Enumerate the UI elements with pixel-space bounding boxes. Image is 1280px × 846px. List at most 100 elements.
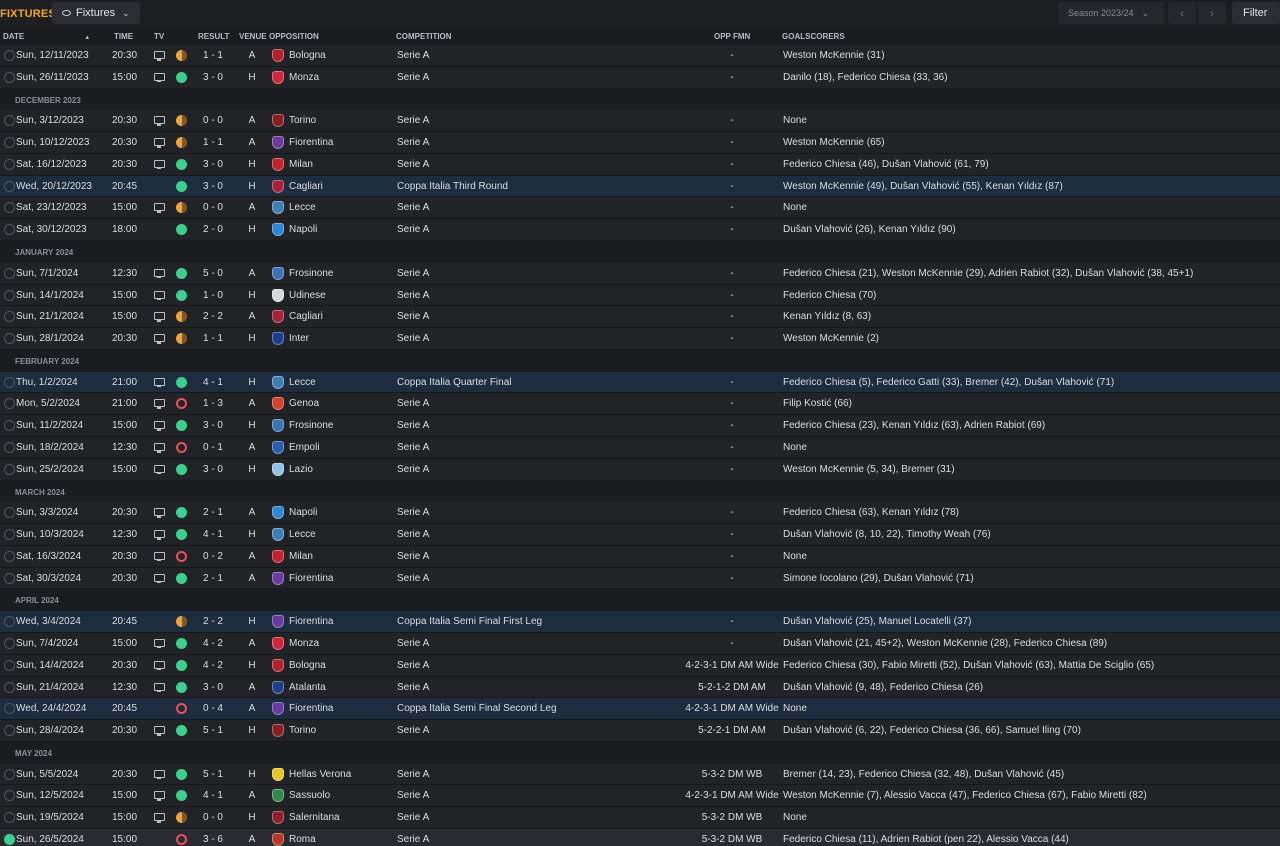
filter-button[interactable]: Filter xyxy=(1232,2,1280,24)
fixture-result[interactable]: 2 - 2 xyxy=(193,616,233,627)
opposition-name[interactable]: Milan xyxy=(289,551,313,562)
opposition-name[interactable]: Roma xyxy=(289,834,316,845)
column-header-venue[interactable]: VENUE xyxy=(239,32,267,41)
column-header-date[interactable]: DATE ▲ xyxy=(3,32,90,41)
competition-name[interactable]: Coppa Italia Quarter Final xyxy=(397,377,512,388)
fixture-result[interactable]: 5 - 1 xyxy=(193,769,233,780)
fixture-result[interactable]: 0 - 4 xyxy=(193,703,233,714)
fixture-result[interactable]: 1 - 3 xyxy=(193,398,233,409)
competition-name[interactable]: Serie A xyxy=(397,50,429,61)
check-circle-icon[interactable] xyxy=(4,812,15,824)
fixture-result[interactable]: 4 - 1 xyxy=(193,529,233,540)
opposition-name[interactable]: Napoli xyxy=(289,507,317,518)
competition-name[interactable]: Serie A xyxy=(397,311,429,322)
fixture-result[interactable]: 0 - 1 xyxy=(193,442,233,453)
fixture-row[interactable]: Sun, 3/12/2023 20:30 0 - 0 A Torino Serie A-N… xyxy=(0,110,1280,133)
fixture-row[interactable]: Sun, 12/11/2023 20:30 1 - 1 A Bologna Serie A… xyxy=(0,45,1280,67)
fixture-row[interactable]: Sun, 18/2/2024 12:30 0 - 1 A Empoli Serie A-N… xyxy=(0,437,1280,459)
check-circle-icon[interactable] xyxy=(4,333,15,345)
check-circle-icon[interactable] xyxy=(4,507,15,519)
opposition-name[interactable]: Empoli xyxy=(289,442,320,453)
view-selector-button[interactable]: Fixtures ⌄ xyxy=(52,2,140,24)
competition-name[interactable]: Serie A xyxy=(397,529,429,540)
competition-name[interactable]: Serie A xyxy=(397,333,429,344)
fixture-result[interactable]: 2 - 1 xyxy=(193,573,233,584)
competition-name[interactable]: Serie A xyxy=(397,573,429,584)
column-header-competition[interactable]: COMPETITION xyxy=(396,32,452,41)
opposition-name[interactable]: Udinese xyxy=(289,290,326,301)
fixture-row[interactable]: Sun, 25/2/2024 15:00 3 - 0 H Lazio Serie A - We… xyxy=(0,458,1280,481)
check-circle-icon[interactable] xyxy=(4,659,15,671)
check-circle-icon[interactable] xyxy=(4,550,15,562)
fixture-result[interactable]: 3 - 0 xyxy=(193,464,233,475)
competition-name[interactable]: Serie A xyxy=(397,159,429,170)
opposition-name[interactable]: Fiorentina xyxy=(289,703,333,714)
fixture-row[interactable]: Sun, 14/4/2024 20:30 4 - 2 H Bologna Serie A4… xyxy=(0,654,1280,677)
fixture-result[interactable]: 2 - 2 xyxy=(193,311,233,322)
fixture-row[interactable]: Sun, 5/5/2024 20:30 5 - 1 H Hellas Verona Ser… xyxy=(0,763,1280,786)
check-circle-icon[interactable] xyxy=(4,71,15,83)
previous-season-button[interactable]: ‹ xyxy=(1168,2,1196,24)
competition-name[interactable]: Coppa Italia Third Round xyxy=(397,181,508,192)
column-header-opposition[interactable]: OPPOSITION xyxy=(269,32,319,41)
check-circle-icon[interactable] xyxy=(4,529,15,541)
fixture-row[interactable]: Sun, 28/1/2024 20:30 1 - 1 H Inter Serie A - We… xyxy=(0,328,1280,350)
competition-name[interactable]: Serie A xyxy=(397,224,429,235)
competition-name[interactable]: Coppa Italia Semi Final Second Leg xyxy=(397,703,557,714)
opposition-name[interactable]: Cagliari xyxy=(289,311,323,322)
fixture-row[interactable]: Sun, 10/12/2023 20:30 1 - 1 A Fiorentina Seri… xyxy=(0,132,1280,154)
opposition-name[interactable]: Cagliari xyxy=(289,181,323,192)
fixture-row[interactable]: Sat, 16/3/2024 20:30 0 - 2 A Milan Serie A - No… xyxy=(0,545,1280,568)
fixture-row[interactable]: Mon, 5/2/2024 21:00 1 - 3 A Genoa Serie A - Fil… xyxy=(0,393,1280,416)
check-circle-icon[interactable] xyxy=(4,180,15,192)
fixture-result[interactable]: 5 - 1 xyxy=(193,725,233,736)
fixture-row[interactable]: Sun, 26/5/2024 15:00 3 - 6 A Roma Serie A 5-3-… xyxy=(0,829,1280,846)
fixture-result[interactable]: 3 - 0 xyxy=(193,72,233,83)
column-header-goalscorers[interactable]: GOALSCORERS xyxy=(782,32,845,41)
opposition-name[interactable]: Lecce xyxy=(289,202,316,213)
check-circle-icon[interactable] xyxy=(4,463,15,475)
fixture-row[interactable]: Thu, 1/2/2024 21:00 4 - 1 H Lecce Coppa Itali… xyxy=(0,371,1280,394)
competition-name[interactable]: Serie A xyxy=(397,507,429,518)
check-circle-icon[interactable] xyxy=(4,616,15,628)
fixture-row[interactable]: Sun, 12/5/2024 15:00 4 - 1 A Sassuolo Serie A… xyxy=(0,785,1280,808)
competition-name[interactable]: Serie A xyxy=(397,137,429,148)
opposition-name[interactable]: Fiorentina xyxy=(289,616,333,627)
opposition-name[interactable]: Milan xyxy=(289,159,313,170)
column-header-opp-fmn[interactable]: OPP FMN xyxy=(714,32,750,41)
fixture-result[interactable]: 3 - 0 xyxy=(193,420,233,431)
fixture-row[interactable]: Wed, 20/12/2023 20:45 3 - 0 H Cagliari Coppa … xyxy=(0,175,1280,198)
season-selector[interactable]: Season 2023/24 ⌄ xyxy=(1058,2,1164,24)
check-circle-icon[interactable] xyxy=(4,289,15,301)
opposition-name[interactable]: Fiorentina xyxy=(289,573,333,584)
check-circle-icon[interactable] xyxy=(4,572,15,584)
column-header-tv[interactable]: TV xyxy=(154,32,164,41)
opposition-name[interactable]: Fiorentina xyxy=(289,137,333,148)
fixture-result[interactable]: 4 - 2 xyxy=(193,638,233,649)
fixture-result[interactable]: 3 - 0 xyxy=(193,181,233,192)
competition-name[interactable]: Serie A xyxy=(397,420,429,431)
opposition-name[interactable]: Genoa xyxy=(289,398,319,409)
fixture-result[interactable]: 5 - 0 xyxy=(193,268,233,279)
fixture-row[interactable]: Sun, 21/1/2024 15:00 2 - 2 A Cagliari Serie A… xyxy=(0,306,1280,329)
fixture-row[interactable]: Sun, 21/4/2024 12:30 3 - 0 A Atalanta Serie A… xyxy=(0,676,1280,699)
check-circle-icon[interactable] xyxy=(4,834,15,846)
competition-name[interactable]: Serie A xyxy=(397,72,429,83)
competition-name[interactable]: Serie A xyxy=(397,638,429,649)
opposition-name[interactable]: Torino xyxy=(289,725,316,736)
fixture-result[interactable]: 0 - 2 xyxy=(193,551,233,562)
opposition-name[interactable]: Salernitana xyxy=(289,812,340,823)
fixture-result[interactable]: 4 - 2 xyxy=(193,660,233,671)
fixture-row[interactable]: Sat, 30/12/2023 18:00 2 - 0 H Napoli Serie A-… xyxy=(0,219,1280,242)
check-circle-icon[interactable] xyxy=(4,420,15,432)
fixture-row[interactable]: Wed, 24/4/2024 20:45 0 - 4 A Fiorentina Coppa… xyxy=(0,698,1280,721)
check-circle-icon[interactable] xyxy=(4,158,15,170)
opposition-name[interactable]: Bologna xyxy=(289,660,326,671)
opposition-name[interactable]: Inter xyxy=(289,333,309,344)
opposition-name[interactable]: Sassuolo xyxy=(289,790,330,801)
check-circle-icon[interactable] xyxy=(4,637,15,649)
fixture-row[interactable]: Wed, 3/4/2024 20:45 2 - 2 H Fiorentina Coppa … xyxy=(0,611,1280,633)
check-circle-icon[interactable] xyxy=(4,224,15,236)
opposition-name[interactable]: Napoli xyxy=(289,224,317,235)
competition-name[interactable]: Serie A xyxy=(397,442,429,453)
